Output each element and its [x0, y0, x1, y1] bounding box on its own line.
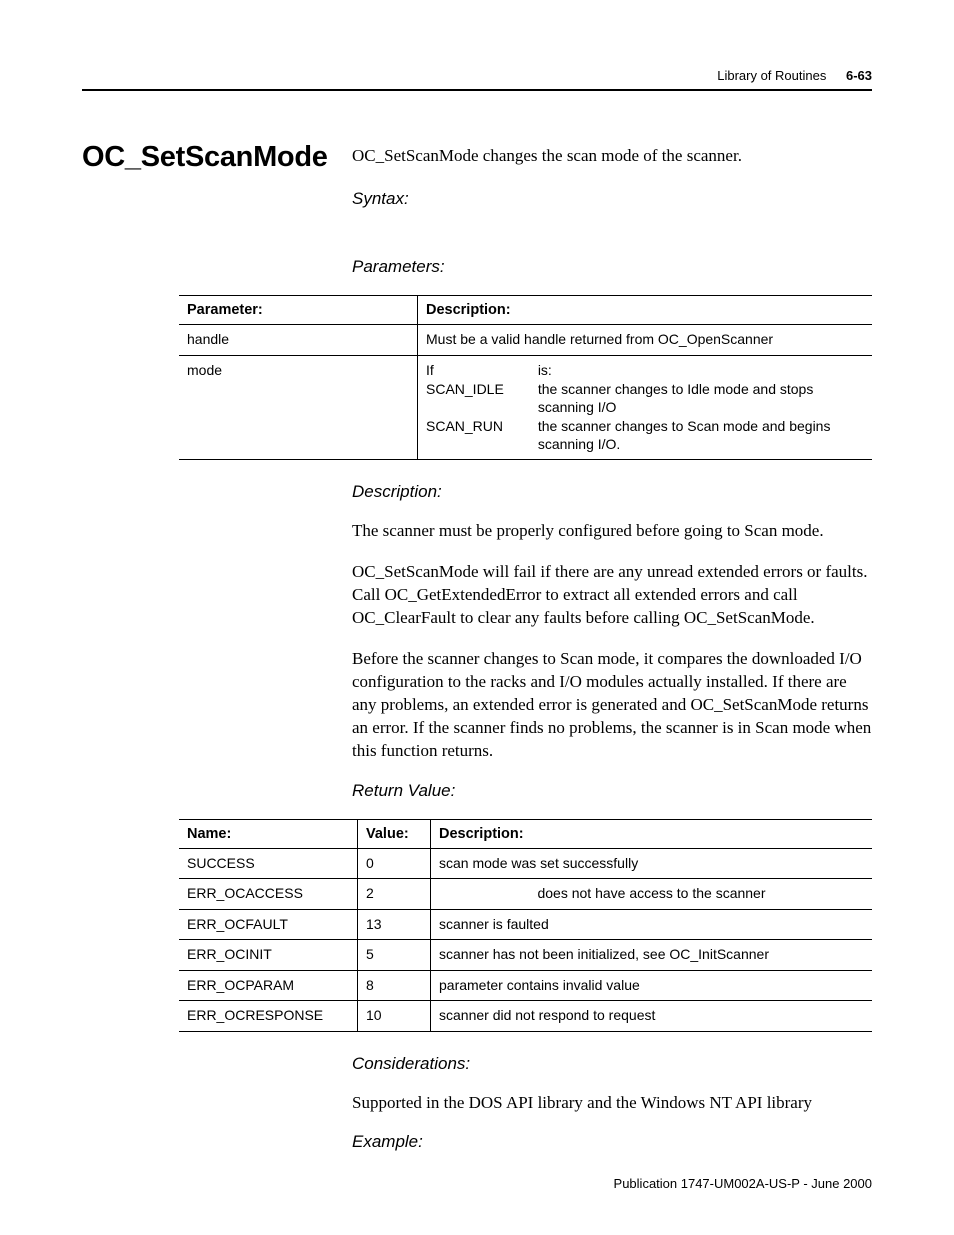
rv-name: ERR_OCFAULT — [179, 909, 358, 940]
mode-desc: the scanner changes to Idle mode and sto… — [538, 381, 864, 416]
return-value-label: Return Value: — [352, 781, 872, 801]
col-value: Value: — [358, 819, 431, 848]
table-row: ERR_OCPARAM 8 parameter contains invalid… — [179, 970, 872, 1001]
table-header-row: Name: Value: Description: — [179, 819, 872, 848]
rv-desc: scan mode was set successfully — [431, 848, 873, 879]
col-description: Description: — [431, 819, 873, 848]
mode-is-label: is: — [538, 362, 864, 380]
footer-publication: Publication 1747-UM002A-US-P - June 2000 — [614, 1176, 872, 1191]
syntax-label: Syntax: — [352, 189, 872, 209]
rv-name: ERR_OCACCESS — [179, 879, 358, 910]
rv-name: ERR_OCPARAM — [179, 970, 358, 1001]
mode-code: SCAN_RUN — [426, 418, 504, 453]
example-label: Example: — [352, 1132, 872, 1152]
param-name: handle — [179, 325, 418, 356]
page-title: OC_SetScanMode — [82, 141, 352, 174]
rv-desc: does not have access to the scanner — [431, 879, 873, 910]
rv-value: 8 — [358, 970, 431, 1001]
col-name: Name: — [179, 819, 358, 848]
rv-value: 0 — [358, 848, 431, 879]
considerations-paragraph: Supported in the DOS API library and the… — [352, 1092, 872, 1115]
description-paragraph: OC_SetScanMode will fail if there are an… — [352, 561, 872, 630]
table-row: ERR_OCACCESS 2 does not have access to t… — [179, 879, 872, 910]
intro-paragraph: OC_SetScanMode changes the scan mode of … — [352, 145, 872, 167]
rv-value: 10 — [358, 1001, 431, 1032]
mode-code: SCAN_IDLE — [426, 381, 504, 416]
rv-desc: scanner has not been initialized, see OC… — [431, 940, 873, 971]
table-row: ERR_OCINIT 5 scanner has not been initia… — [179, 940, 872, 971]
parameters-label: Parameters: — [352, 257, 872, 277]
rv-name: SUCCESS — [179, 848, 358, 879]
rv-desc: scanner did not respond to request — [431, 1001, 873, 1032]
table-row: ERR_OCRESPONSE 10 scanner did not respon… — [179, 1001, 872, 1032]
description-paragraph: Before the scanner changes to Scan mode,… — [352, 648, 872, 763]
rv-value: 13 — [358, 909, 431, 940]
table-header-row: Parameter: Description: — [179, 296, 872, 325]
rv-name: ERR_OCINIT — [179, 940, 358, 971]
rv-value: 5 — [358, 940, 431, 971]
mode-desc: the scanner changes to Scan mode and beg… — [538, 418, 864, 453]
description-label: Description: — [352, 482, 872, 502]
rv-value: 2 — [358, 879, 431, 910]
param-desc: Must be a valid handle returned from OC_… — [418, 325, 873, 356]
considerations-label: Considerations: — [352, 1054, 872, 1074]
table-row: SUCCESS 0 scan mode was set successfully — [179, 848, 872, 879]
description-paragraph: The scanner must be properly configured … — [352, 520, 872, 543]
rv-desc: scanner is faulted — [431, 909, 873, 940]
col-description: Description: — [418, 296, 873, 325]
header-rule — [82, 89, 872, 91]
mode-if-label: If — [426, 362, 504, 380]
table-row: mode If is: SCAN_IDLE the scanner change… — [179, 355, 872, 460]
parameters-table: Parameter: Description: handle Must be a… — [179, 295, 872, 460]
rv-desc: parameter contains invalid value — [431, 970, 873, 1001]
param-desc-mode: If is: SCAN_IDLE the scanner changes to … — [418, 355, 873, 460]
return-value-table: Name: Value: Description: SUCCESS 0 scan… — [179, 819, 872, 1032]
header-section: Library of Routines — [717, 68, 826, 83]
param-name: mode — [179, 355, 418, 460]
running-header: Library of Routines 6-63 — [82, 68, 872, 83]
rv-name: ERR_OCRESPONSE — [179, 1001, 358, 1032]
table-row: ERR_OCFAULT 13 scanner is faulted — [179, 909, 872, 940]
table-row: handle Must be a valid handle returned f… — [179, 325, 872, 356]
col-parameter: Parameter: — [179, 296, 418, 325]
header-pagenum: 6-63 — [846, 68, 872, 83]
